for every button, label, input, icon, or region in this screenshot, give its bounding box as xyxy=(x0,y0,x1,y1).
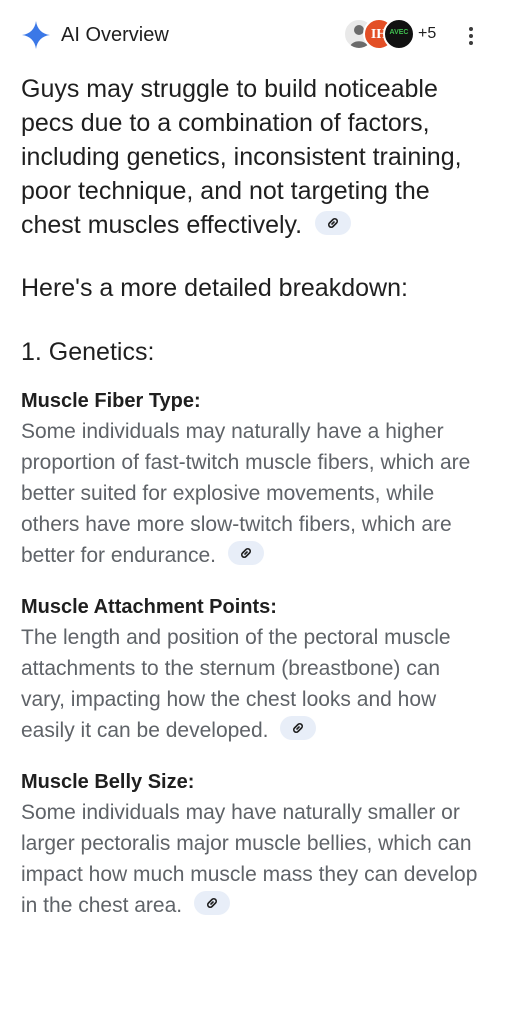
more-options-icon[interactable] xyxy=(462,24,480,48)
item-body: The length and position of the pectoral … xyxy=(21,622,487,746)
intro-text: Guys may struggle to build noticeable pe… xyxy=(21,75,462,239)
item-body-text: Some individuals may have naturally smal… xyxy=(21,801,478,917)
source-link-icon[interactable] xyxy=(280,716,317,741)
intro-paragraph: Guys may struggle to build noticeable pe… xyxy=(21,72,487,242)
source-avatars[interactable]: IH AVEC xyxy=(343,18,415,52)
avatar-avec[interactable]: AVEC xyxy=(383,18,415,50)
item-body: Some individuals may have naturally smal… xyxy=(21,797,487,921)
overview-content: Guys may struggle to build noticeable pe… xyxy=(21,72,487,921)
more-sources-count[interactable]: +5 xyxy=(418,25,436,43)
section-heading-genetics: 1. Genetics: xyxy=(21,338,155,366)
item-title: Muscle Fiber Type: xyxy=(21,390,201,412)
item-body-text: The length and position of the pectoral … xyxy=(21,626,451,742)
source-link-icon[interactable] xyxy=(315,211,352,236)
header-title: AI Overview xyxy=(61,24,169,46)
avatar-avec-label: AVEC xyxy=(389,29,409,36)
source-link-icon[interactable] xyxy=(227,541,264,566)
source-link-icon[interactable] xyxy=(193,891,230,916)
gemini-sparkle-icon xyxy=(22,21,50,49)
ai-overview-header: AI Overview IH AVEC +5 xyxy=(0,0,507,70)
item-title: Muscle Attachment Points: xyxy=(21,596,277,618)
item-title: Muscle Belly Size: xyxy=(21,771,195,793)
breakdown-text: Here's a more detailed breakdown: xyxy=(21,274,408,302)
item-body: Some individuals may naturally have a hi… xyxy=(21,416,487,571)
